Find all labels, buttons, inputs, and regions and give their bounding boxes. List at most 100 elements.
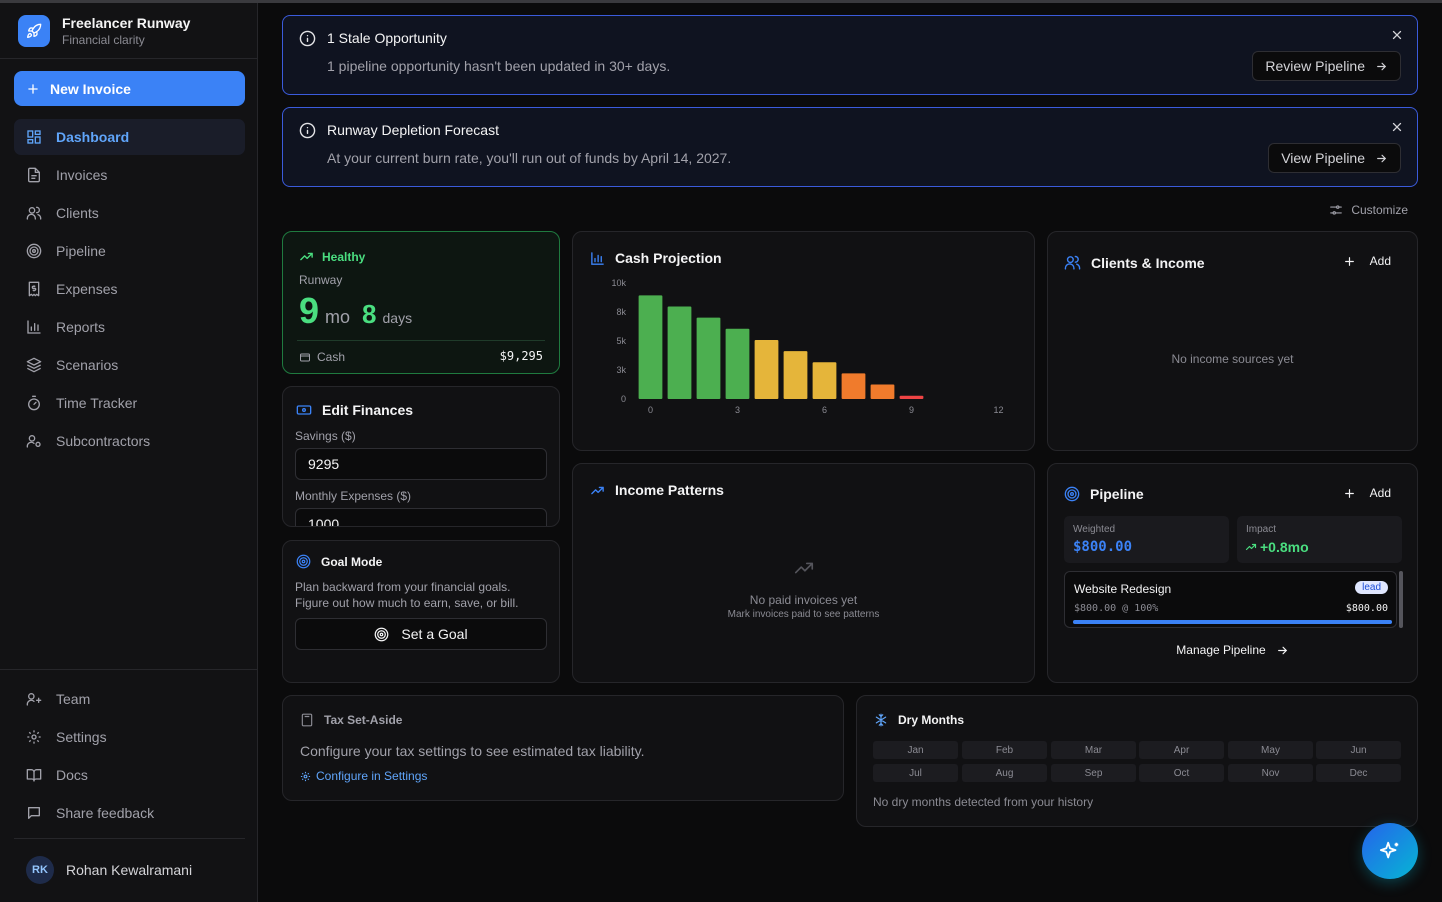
new-invoice-label: New Invoice	[50, 80, 131, 97]
main-nav: Dashboard Invoices Clients Pipeline Expe…	[14, 119, 245, 461]
sidebar-item-expenses[interactable]: Expenses	[14, 271, 245, 307]
runway-days: 8	[362, 299, 377, 329]
ai-assistant-button[interactable]	[1362, 823, 1418, 879]
wallet-icon	[300, 353, 310, 362]
add-label: Add	[1369, 254, 1391, 268]
new-invoice-button[interactable]: New Invoice	[14, 71, 245, 106]
month-cell: Jun	[1316, 741, 1401, 759]
sidebar-item-dashboard[interactable]: Dashboard	[14, 119, 245, 155]
sidebar-item-clients[interactable]: Clients	[14, 195, 245, 231]
arrow-right-icon	[1377, 62, 1387, 70]
sliders-icon	[1330, 205, 1343, 215]
banner-text: 1 pipeline opportunity hasn't been updat…	[327, 58, 671, 74]
edit-finances-title: Edit Finances	[322, 402, 414, 418]
goal-mode-card: Goal Mode Plan backward from your financ…	[282, 540, 560, 683]
monthly-expenses-input[interactable]: 1000	[295, 508, 547, 526]
empty-state-text: No income sources yet	[1171, 352, 1294, 366]
trending-up-icon	[1245, 543, 1257, 551]
manage-pipeline-button[interactable]: Manage Pipeline	[1048, 643, 1417, 657]
card-title: Goal Mode	[296, 554, 382, 569]
weighted-label: Weighted	[1073, 524, 1116, 535]
sidebar-item-subcontractors[interactable]: Subcontractors	[14, 423, 245, 459]
arrow-right-icon	[1377, 154, 1387, 162]
sidebar-item-team[interactable]: Team	[14, 681, 245, 717]
runway-days-unit: days	[382, 310, 413, 326]
set-goal-button[interactable]: Set a Goal	[295, 618, 547, 650]
sidebar-item-time-tracker[interactable]: Time Tracker	[14, 385, 245, 421]
chart-bar	[725, 328, 750, 399]
sidebar-item-label: Reports	[56, 319, 106, 335]
status-text: Healthy	[322, 249, 366, 264]
y-tick-label: 5k	[616, 336, 626, 346]
deal-stage-badge: lead	[1355, 581, 1388, 594]
runway-value: 9 mo 8 days	[299, 290, 412, 332]
tax-title: Tax Set-Aside	[324, 713, 403, 727]
weighted-stat: Weighted $800.00	[1064, 516, 1229, 563]
cash-row: Cash	[299, 350, 345, 364]
cash-projection-chart: 0 3k 5k 8k 10k 0 3 6 9 12	[611, 278, 1003, 415]
close-icon[interactable]	[1391, 120, 1403, 138]
trending-up-icon	[300, 252, 313, 261]
secondary-nav: Team Settings Docs Share feedback	[14, 681, 245, 833]
y-tick-label: 10k	[611, 278, 626, 288]
savings-input[interactable]: 9295	[295, 448, 547, 480]
customize-label: Customize	[1351, 203, 1408, 217]
set-goal-label: Set a Goal	[401, 626, 468, 642]
configure-settings-link[interactable]: Configure in Settings	[300, 769, 427, 783]
team-icon	[26, 693, 42, 706]
sidebar-item-label: Share feedback	[56, 805, 155, 821]
income-patterns-title: Income Patterns	[615, 482, 724, 498]
sidebar-item-reports[interactable]: Reports	[14, 309, 245, 345]
pipeline-deal-item[interactable]: Website Redesign lead $800.00 @ 100% $80…	[1064, 571, 1397, 628]
sidebar-item-settings[interactable]: Settings	[14, 719, 245, 755]
stale-opportunity-banner: 1 Stale Opportunity 1 pipeline opportuni…	[282, 15, 1418, 95]
customize-button[interactable]: Customize	[1329, 203, 1408, 217]
chart-bar	[783, 351, 808, 399]
impact-value: +0.8mo	[1260, 539, 1309, 555]
tax-set-aside-card: Tax Set-Aside Configure your tax setting…	[282, 695, 844, 801]
sidebar-item-invoices[interactable]: Invoices	[14, 157, 245, 193]
user-profile[interactable]: RK Rohan Kewalramani	[26, 856, 192, 884]
gear-icon	[27, 730, 41, 744]
plus-icon	[1344, 488, 1354, 498]
sidebar-item-docs[interactable]: Docs	[14, 757, 245, 793]
cash-projection-title: Cash Projection	[615, 250, 722, 266]
cash-label: Cash	[317, 350, 346, 364]
gear-icon	[300, 771, 311, 781]
card-title: Cash Projection	[590, 250, 722, 266]
runway-months: 9	[299, 290, 320, 331]
weighted-value: $800.00	[1073, 539, 1133, 555]
chart-bar	[667, 306, 692, 399]
divider	[0, 669, 257, 670]
runway-label: Runway	[299, 273, 343, 287]
brand-name: Freelancer Runway	[62, 15, 191, 31]
month-cell: Mar	[1051, 741, 1136, 759]
button-label: Review Pipeline	[1265, 58, 1365, 74]
add-opportunity-button[interactable]: Add	[1343, 486, 1391, 500]
review-pipeline-button[interactable]: Review Pipeline	[1252, 51, 1401, 81]
sidebar-item-pipeline[interactable]: Pipeline	[14, 233, 245, 269]
manage-pipeline-label: Manage Pipeline	[1176, 643, 1266, 657]
plus-icon	[28, 83, 38, 94]
trending-up-icon	[591, 486, 604, 494]
income-patterns-card: Income Patterns No paid invoices yet Mar…	[572, 463, 1035, 683]
scrollbar[interactable]	[1399, 571, 1403, 628]
add-income-button[interactable]: Add	[1343, 254, 1391, 268]
sidebar-item-scenarios[interactable]: Scenarios	[14, 347, 245, 383]
view-pipeline-button[interactable]: View Pipeline	[1268, 143, 1401, 173]
runway-depletion-banner: Runway Depletion Forecast At your curren…	[282, 107, 1418, 187]
snowflake-icon	[875, 713, 887, 727]
sidebar-item-share-feedback[interactable]: Share feedback	[14, 795, 245, 831]
empty-state-hint: Mark invoices paid to see patterns	[727, 609, 880, 620]
chart-bar	[754, 339, 779, 399]
y-tick-label: 3k	[616, 365, 626, 375]
close-icon[interactable]	[1391, 28, 1403, 46]
pipeline-title: Pipeline	[1090, 486, 1144, 502]
x-tick-label: 9	[909, 405, 914, 415]
card-title: Income Patterns	[590, 482, 724, 498]
sidebar-item-label: Settings	[56, 729, 107, 745]
dashboard-icon	[27, 130, 41, 144]
brand[interactable]: Freelancer Runway Financial clarity	[18, 15, 190, 47]
pipeline-card: Pipeline Add Weighted $800.00 Impact +0.…	[1047, 463, 1418, 683]
plus-icon	[1344, 256, 1354, 266]
